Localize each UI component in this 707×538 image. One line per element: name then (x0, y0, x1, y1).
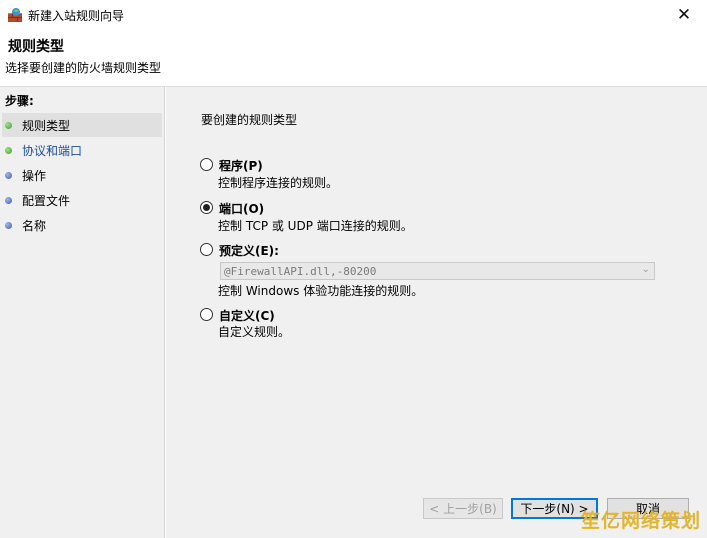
steps-heading: 步骤: (5, 94, 34, 108)
watermark-text: 笙亿网络策划 (580, 510, 701, 532)
status-dot-icon (5, 221, 12, 229)
rule-type-question: 要创建的规则类型 (201, 113, 298, 127)
step-label: 名称 (22, 218, 47, 233)
option-program-desc: 控制程序连接的规则。 (218, 176, 339, 190)
step-label: 协议和端口 (22, 143, 83, 158)
page-title: 规则类型 (8, 39, 64, 55)
step-action[interactable]: 操作 (2, 163, 162, 187)
page-subtitle: 选择要创建的防火墙规则类型 (5, 61, 162, 75)
option-port-label[interactable]: 端口(O) (219, 200, 264, 217)
option-predefined-desc: 控制 Windows 体验功能连接的规则。 (218, 284, 424, 298)
status-dot-icon (5, 146, 12, 154)
firewall-app-icon (8, 8, 22, 22)
step-label: 规则类型 (22, 118, 71, 133)
option-custom-desc: 自定义规则。 (218, 325, 291, 339)
steps-sidebar: 步骤: 规则类型 协议和端口 操作 配置文件 名称 (0, 87, 165, 538)
step-rule-type[interactable]: 规则类型 (2, 113, 162, 137)
radio-custom[interactable] (200, 308, 213, 321)
option-predefined-label[interactable]: 预定义(E): (219, 242, 279, 259)
radio-predefined[interactable] (200, 243, 213, 256)
step-label: 操作 (22, 168, 47, 183)
option-program-label[interactable]: 程序(P) (219, 157, 263, 174)
option-custom-label[interactable]: 自定义(C) (219, 307, 275, 324)
wizard-header: 规则类型 选择要创建的防火墙规则类型 (0, 30, 707, 86)
step-profile[interactable]: 配置文件 (2, 188, 162, 212)
status-dot-icon (5, 196, 12, 204)
back-button[interactable]: < 上一步(B) (423, 498, 503, 519)
close-button[interactable]: ✕ (661, 0, 707, 30)
main-panel: 要创建的规则类型 程序(P) 控制程序连接的规则。 端口(O) 控制 TCP 或… (166, 87, 707, 538)
chevron-down-icon: ⌄ (641, 264, 650, 275)
step-label: 配置文件 (22, 193, 71, 208)
radio-program[interactable] (200, 158, 213, 171)
close-icon: ✕ (676, 5, 692, 25)
status-dot-icon (5, 171, 12, 179)
step-name[interactable]: 名称 (2, 213, 162, 237)
predefined-select[interactable]: @FirewallAPI.dll,-80200 ⌄ (220, 262, 655, 280)
option-port-desc: 控制 TCP 或 UDP 端口连接的规则。 (218, 219, 413, 233)
status-dot-icon (5, 121, 12, 129)
step-protocol-ports[interactable]: 协议和端口 (2, 138, 162, 162)
window-title: 新建入站规则向导 (28, 9, 125, 23)
title-bar: 新建入站规则向导 ✕ (0, 0, 707, 30)
radio-port[interactable] (200, 201, 213, 214)
predefined-select-value: @FirewallAPI.dll,-80200 (224, 265, 377, 278)
